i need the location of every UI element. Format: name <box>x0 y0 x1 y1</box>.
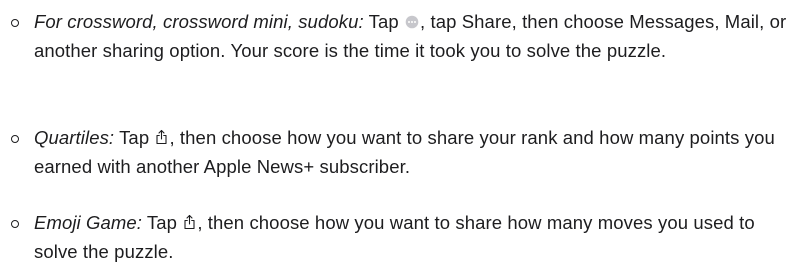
list-item: Emoji Game: Tap , then choose how you wa… <box>0 208 799 266</box>
list-item-title: For crossword, crossword mini, sudoku: <box>34 11 364 32</box>
list-item-text: Tap <box>363 11 404 32</box>
list-item-text: Tap <box>114 127 155 148</box>
list-item-title: Emoji Game: <box>34 212 143 233</box>
more-icon <box>405 15 419 29</box>
hollow-bullet-icon <box>11 135 19 143</box>
hollow-bullet-icon <box>11 19 19 27</box>
share-icon <box>155 129 168 145</box>
list-item: Quartiles: Tap , then choose how you wan… <box>0 123 799 181</box>
list-item-text: Tap <box>142 212 183 233</box>
list-item-title: Quartiles: <box>34 127 115 148</box>
hollow-bullet-icon <box>11 220 19 228</box>
list-item: For crossword, crossword mini, sudoku: T… <box>0 7 799 65</box>
share-icon <box>183 214 196 230</box>
